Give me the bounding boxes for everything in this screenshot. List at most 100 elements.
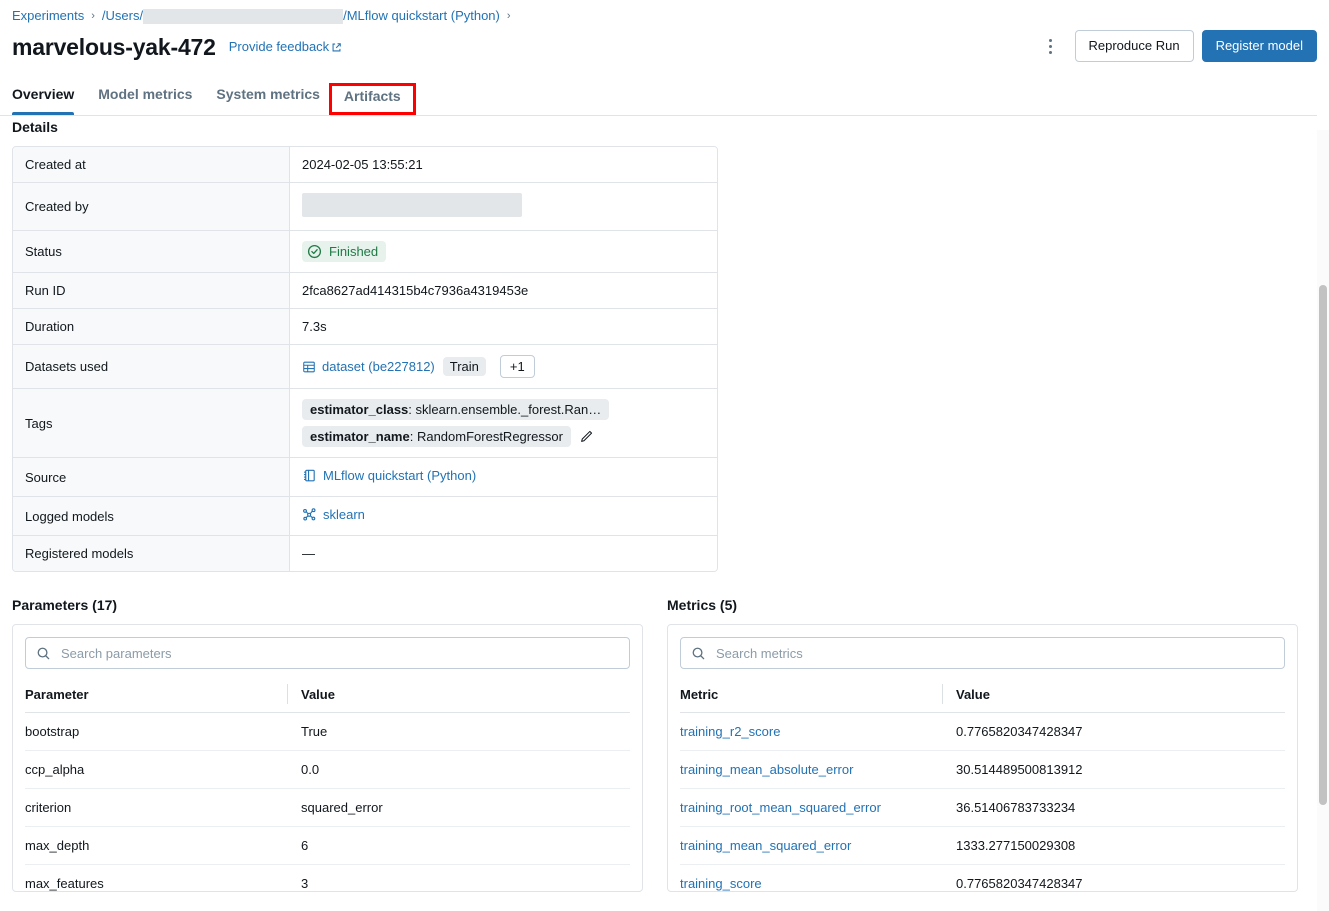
metrics-box: Metric Value training_r2_score 0.7765820… <box>667 624 1298 892</box>
metric-name: training_mean_absolute_error <box>680 750 942 789</box>
parameters-col-value[interactable]: Value <box>287 678 630 713</box>
metric-name: training_mean_squared_error <box>680 826 942 865</box>
parameter-name: ccp_alpha <box>25 750 287 789</box>
metrics-search-wrap[interactable] <box>680 637 1285 669</box>
metric-name: training_r2_score <box>680 712 942 751</box>
more-options-button[interactable] <box>1035 30 1067 62</box>
detail-label-tags: Tags <box>13 389 290 458</box>
tag-key: estimator_class <box>310 402 409 417</box>
metric-link[interactable]: training_score <box>680 876 762 891</box>
metric-value: 0.7765820347428347 <box>942 864 1285 891</box>
external-link-icon <box>332 42 341 51</box>
breadcrumb-path[interactable]: /Users/ /MLflow quickstart (Python) <box>102 8 500 24</box>
tab-model-metrics-label: Model metrics <box>98 86 193 102</box>
metric-link[interactable]: training_mean_squared_error <box>680 838 851 853</box>
table-row: Tags estimator_class: sklearn.ensemble._… <box>13 389 717 458</box>
table-row: Status Finished <box>13 231 717 273</box>
search-parameters-input[interactable] <box>59 644 619 662</box>
bottom-panels: Parameters (17) Parameter Value <box>0 595 1317 892</box>
table-row: Run ID 2fca8627ad414315b4c7936a4319453e <box>13 273 717 309</box>
detail-value-run-id: 2fca8627ad414315b4c7936a4319453e <box>290 273 717 309</box>
kebab-dot-icon <box>1049 50 1052 54</box>
logged-model-link-label: sklearn <box>323 507 365 522</box>
table-row: Duration 7.3s <box>13 309 717 345</box>
breadcrumb-path-suffix: /MLflow quickstart (Python) <box>343 8 500 23</box>
parameters-box: Parameter Value bootstrap True ccp_alpha <box>12 624 643 892</box>
tag-line: estimator_name: RandomForestRegressor <box>302 426 705 447</box>
title-actions: Reproduce Run Register model <box>1035 30 1317 62</box>
table-row: Created by <box>13 183 717 231</box>
detail-value-created-by <box>290 183 717 231</box>
edit-tags-button[interactable] <box>579 429 594 444</box>
tab-system-metrics-label: System metrics <box>216 86 320 102</box>
pencil-icon <box>581 430 592 442</box>
tab-overview[interactable]: Overview <box>12 84 86 115</box>
reproduce-run-button[interactable]: Reproduce Run <box>1074 30 1194 62</box>
parameter-name: max_features <box>25 864 287 891</box>
source-link[interactable]: MLflow quickstart (Python) <box>302 468 476 483</box>
parameter-name: criterion <box>25 788 287 827</box>
parameters-panel: Parameters (17) Parameter Value <box>12 595 643 892</box>
search-icon <box>37 647 50 659</box>
table-row: training_root_mean_squared_error 36.5140… <box>680 788 1285 827</box>
table-header-row: Metric Value <box>680 678 1285 713</box>
breadcrumb-redacted-user <box>143 8 344 24</box>
parameter-value: squared_error <box>287 788 630 827</box>
status-badge: Finished <box>302 241 387 262</box>
detail-label-created-by: Created by <box>13 183 290 231</box>
tab-artifacts-label: Artifacts <box>343 88 401 104</box>
parameter-value: 0.0 <box>287 750 630 789</box>
metric-link[interactable]: training_mean_absolute_error <box>680 762 853 777</box>
tab-model-metrics[interactable]: Model metrics <box>86 84 204 114</box>
table-row: training_score 0.7765820347428347 <box>680 864 1285 891</box>
metrics-col-metric[interactable]: Metric <box>680 678 942 713</box>
table-row: max_features 3 <box>25 864 630 891</box>
tag-chip-estimator-class: estimator_class: sklearn.ensemble._fores… <box>302 399 610 420</box>
register-model-button[interactable]: Register model <box>1201 30 1317 62</box>
metric-value: 30.514489500813912 <box>942 750 1285 789</box>
parameter-value: 3 <box>287 864 630 891</box>
parameter-name: bootstrap <box>25 712 287 751</box>
detail-value-tags: estimator_class: sklearn.ensemble._fores… <box>290 389 717 458</box>
search-metrics-input[interactable] <box>714 644 1274 662</box>
detail-label-registered-models: Registered models <box>13 536 290 571</box>
breadcrumb-experiments-link[interactable]: Experiments <box>12 8 84 24</box>
parameter-name: max_depth <box>25 826 287 865</box>
parameters-search-wrap[interactable] <box>25 637 630 669</box>
breadcrumb-separator-icon: › <box>91 10 95 22</box>
kebab-dot-icon <box>1049 44 1052 48</box>
table-row: Source MLflow quickstart (Python) <box>13 458 717 497</box>
tag-list: estimator_class: sklearn.ensemble._fores… <box>302 399 705 447</box>
tag-chip-estimator-name: estimator_name: RandomForestRegressor <box>302 426 571 447</box>
parameters-col-parameter[interactable]: Parameter <box>25 678 287 713</box>
metric-link[interactable]: training_r2_score <box>680 724 780 739</box>
tab-system-metrics[interactable]: System metrics <box>204 84 332 114</box>
breadcrumb: Experiments › /Users/ /MLflow quickstart… <box>12 8 511 24</box>
detail-label-duration: Duration <box>13 309 290 345</box>
metrics-col-value[interactable]: Value <box>942 678 1285 713</box>
page-scrollbar-track[interactable] <box>1317 130 1329 911</box>
table-row: Created at 2024-02-05 13:55:21 <box>13 147 717 183</box>
logged-model-link[interactable]: sklearn <box>302 507 365 522</box>
dataset-link[interactable]: dataset (be227812) <box>302 359 435 374</box>
page-title: marvelous-yak-472 <box>12 34 216 60</box>
parameters-title: Parameters (17) <box>12 597 118 613</box>
metric-link[interactable]: training_root_mean_squared_error <box>680 800 881 815</box>
metrics-title: Metrics (5) <box>667 597 738 613</box>
tab-artifacts[interactable]: Artifacts <box>328 83 416 115</box>
metric-value: 36.51406783733234 <box>942 788 1285 827</box>
table-row: bootstrap True <box>25 712 630 751</box>
detail-value-registered-models: — <box>290 536 717 571</box>
detail-value-status: Finished <box>290 231 717 273</box>
detail-value-created-at: 2024-02-05 13:55:21 <box>290 147 717 183</box>
page-scrollbar-thumb[interactable] <box>1319 285 1327 805</box>
provide-feedback-link[interactable]: Provide feedback <box>229 39 342 55</box>
detail-label-logged-models: Logged models <box>13 497 290 536</box>
dataset-more-button[interactable]: +1 <box>499 355 535 378</box>
page-content: Details Created at 2024-02-05 13:55:21 C… <box>0 117 1317 911</box>
search-icon <box>692 647 705 659</box>
status-badge-label: Finished <box>329 244 379 259</box>
metrics-table: Metric Value training_r2_score 0.7765820… <box>680 678 1285 891</box>
metric-value: 0.7765820347428347 <box>942 712 1285 751</box>
tag-line: estimator_class: sklearn.ensemble._fores… <box>302 399 705 420</box>
